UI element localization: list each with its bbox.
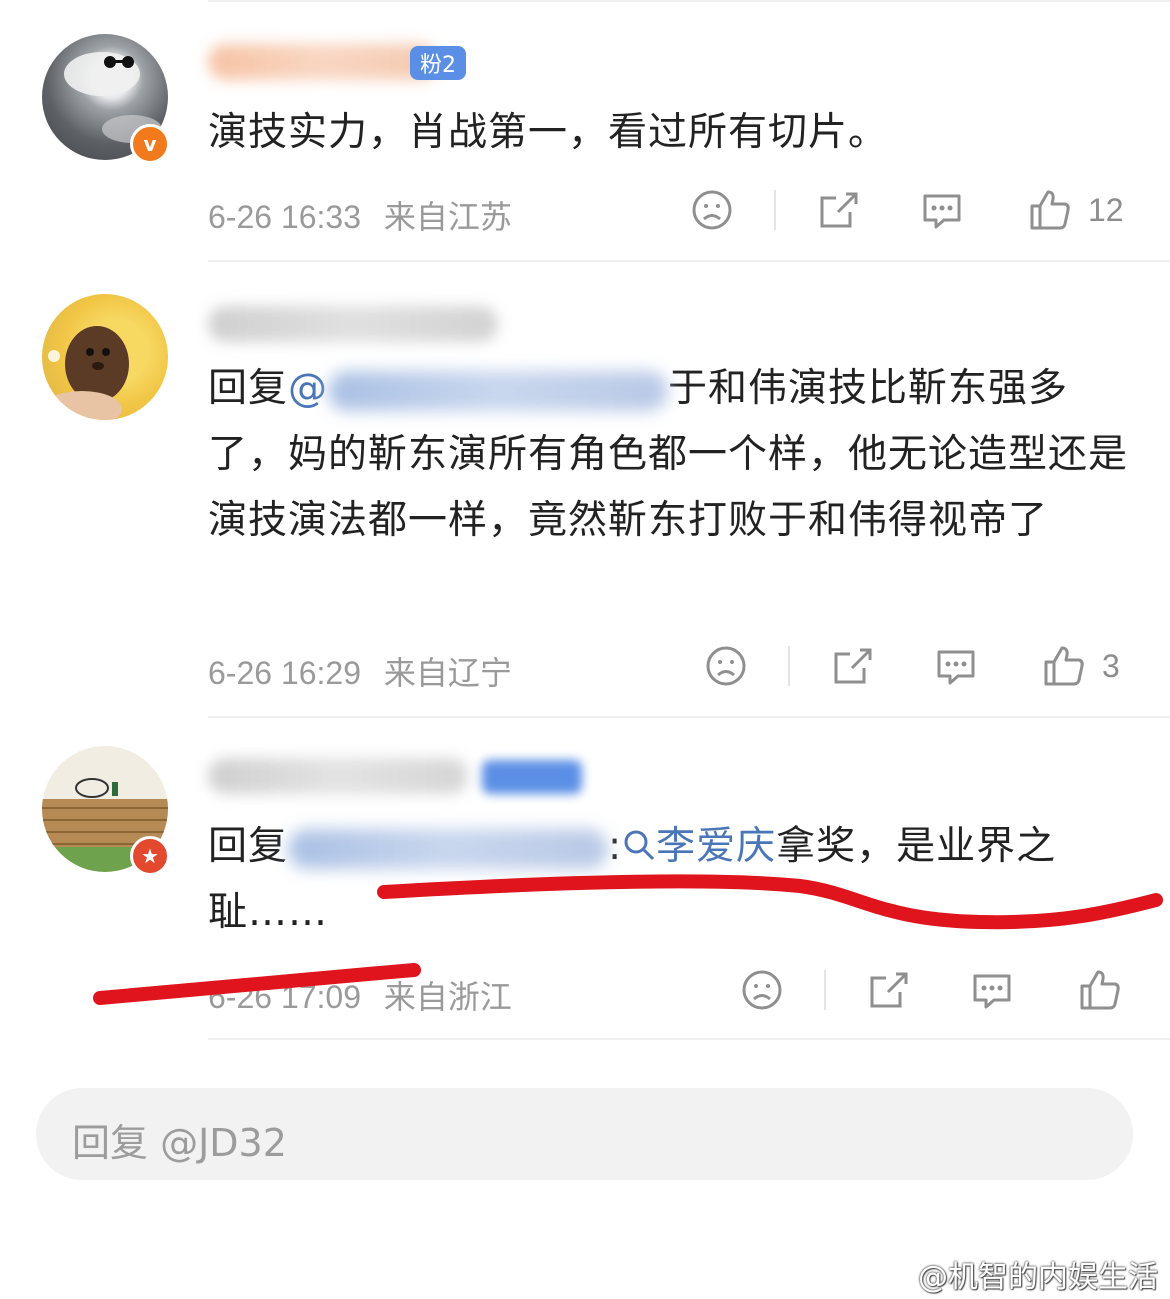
- comment-1: v 粉2 演技实力，肖战第一，看过所有切片。 6-26 16:33 来自江苏 1…: [0, 0, 1170, 260]
- comment-time: 6-26 17:09: [208, 979, 362, 1015]
- share-icon[interactable]: [816, 188, 860, 232]
- separator: [774, 190, 776, 230]
- verified-badge-icon: v: [130, 124, 170, 164]
- mention-blurred[interactable]: [328, 370, 669, 411]
- search-icon: [622, 824, 656, 869]
- like-count: 12: [1088, 191, 1124, 228]
- search-mention-text: 李爱庆: [656, 824, 777, 869]
- username-blurred[interactable]: [208, 44, 438, 80]
- watermark: @机智的内娱生活: [870, 1252, 1158, 1296]
- comment-location: 来自辽宁: [383, 655, 512, 691]
- comment-meta: 6-26 16:33 来自江苏: [208, 192, 512, 238]
- reply-prefix: 回复: [208, 366, 289, 411]
- reply-prefix: 回复: [208, 824, 289, 869]
- search-mention-link[interactable]: 李爱庆: [622, 824, 776, 869]
- reply-input[interactable]: 回复 @JD32: [36, 1088, 1133, 1180]
- divider: [208, 260, 1170, 262]
- mention-blurred[interactable]: [288, 828, 609, 869]
- comment-text: 演技实力，肖战第一，看过所有切片。: [208, 110, 889, 155]
- mention-link[interactable]: @: [288, 366, 328, 411]
- bottom-divider: [208, 1038, 1170, 1040]
- comment-icon[interactable]: [920, 188, 964, 232]
- comment-2: 回复@ 于和伟演技比靳东强多了，妈的靳东演所有角色都一个样，他无论造型还是演技演法…: [0, 258, 1170, 718]
- like-icon[interactable]: [1042, 644, 1086, 688]
- avatar-image: [42, 326, 129, 420]
- dislike-icon[interactable]: [740, 968, 784, 1012]
- top-divider: [208, 0, 1170, 2]
- comment-location: 来自江苏: [383, 199, 512, 235]
- comment-icon[interactable]: [934, 644, 978, 688]
- divider: [208, 716, 1170, 718]
- action-row: [740, 968, 1138, 1012]
- separator: [824, 970, 826, 1010]
- dislike-icon[interactable]: [690, 188, 734, 232]
- comment-time: 6-26 16:33: [208, 199, 362, 235]
- action-row: 12: [690, 188, 1124, 232]
- comment-meta: 6-26 17:09 来自浙江: [208, 972, 512, 1018]
- comment-icon[interactable]: [970, 968, 1014, 1012]
- like-icon[interactable]: [1028, 188, 1072, 232]
- comment-text: 回复@ 于和伟演技比靳东强多了，妈的靳东演所有角色都一个样，他无论造型还是演技演法…: [208, 356, 1128, 554]
- fan-badge-label: 粉2: [420, 53, 456, 78]
- comment-text: 回复: 李爱庆拿奖，是业界之耻……: [208, 814, 1128, 946]
- reply-placeholder: 回复 @JD32: [72, 1121, 287, 1165]
- comment-meta: 6-26 16:29 来自辽宁: [208, 648, 512, 694]
- avatar[interactable]: [42, 294, 168, 420]
- username-blurred[interactable]: [208, 306, 498, 342]
- dislike-icon[interactable]: [704, 644, 748, 688]
- mention-separator: :: [608, 824, 623, 869]
- like-icon[interactable]: [1078, 968, 1122, 1012]
- share-icon[interactable]: [830, 644, 874, 688]
- watermark-text: @机智的内娱生活: [918, 1260, 1158, 1295]
- comment-time: 6-26 16:29: [208, 655, 362, 691]
- weibo-logo-icon: [870, 1253, 918, 1295]
- separator: [788, 646, 790, 686]
- share-icon[interactable]: [866, 968, 910, 1012]
- comment-location: 来自浙江: [383, 979, 512, 1015]
- like-count: 3: [1102, 647, 1120, 684]
- username-blurred[interactable]: [208, 758, 468, 794]
- red-star-badge-icon: ★: [130, 836, 170, 876]
- fan-badge: 粉2: [410, 46, 466, 80]
- action-row: 3: [704, 644, 1120, 688]
- comment-3: ★ 回复: 李爱庆拿奖，是业界之耻…… 6-26 17:09 来自浙江: [0, 714, 1170, 1044]
- fan-badge-blurred: [482, 760, 582, 794]
